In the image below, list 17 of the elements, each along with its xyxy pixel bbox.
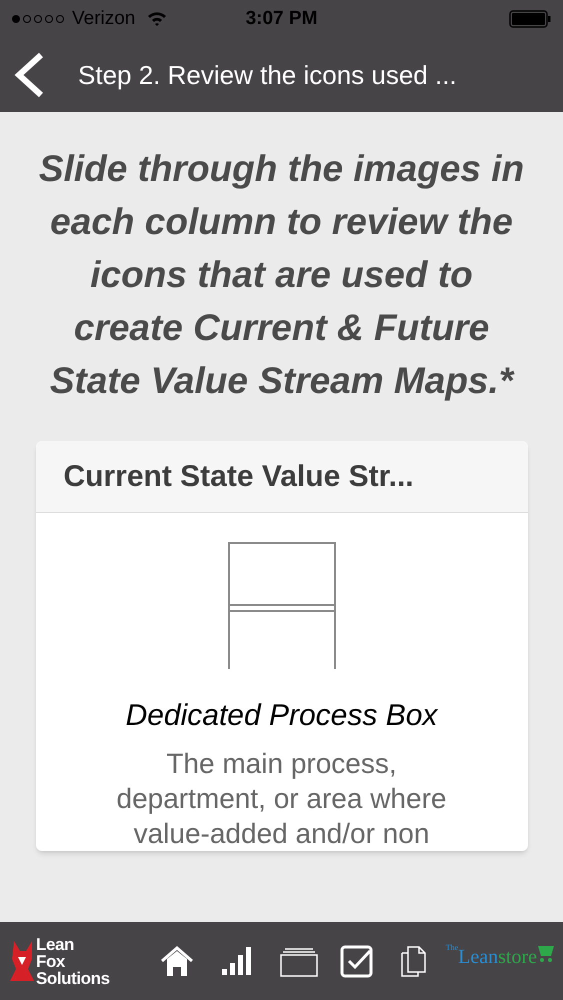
- wifi-icon: [147, 11, 168, 27]
- store-logo-accent-text: store: [498, 945, 537, 970]
- carrier-name: Verizon: [72, 6, 136, 31]
- store-logo-small-text: The: [446, 942, 458, 954]
- battery-icon: [509, 10, 551, 28]
- back-icon: [14, 52, 44, 98]
- clock-time: 3:07 PM: [246, 6, 318, 31]
- page-title: Step 2. Review the icons used ...: [78, 58, 457, 92]
- fox-icon: [8, 939, 36, 983]
- back-button[interactable]: [12, 50, 46, 100]
- instructions-text: Slide through the images in each column to review the icons that are used to create Current & Future State Value Stream Maps.*: [38, 147, 526, 403]
- signal-icon: [12, 15, 64, 23]
- card-title: Current State Value Str...: [64, 459, 414, 495]
- store-logo-text: Lean: [458, 945, 498, 970]
- process-box-icon: [226, 541, 336, 669]
- icon-name: Dedicated Process Box: [126, 698, 438, 734]
- icon-description: The main process, department, or area where value-added and/or non: [116, 747, 448, 851]
